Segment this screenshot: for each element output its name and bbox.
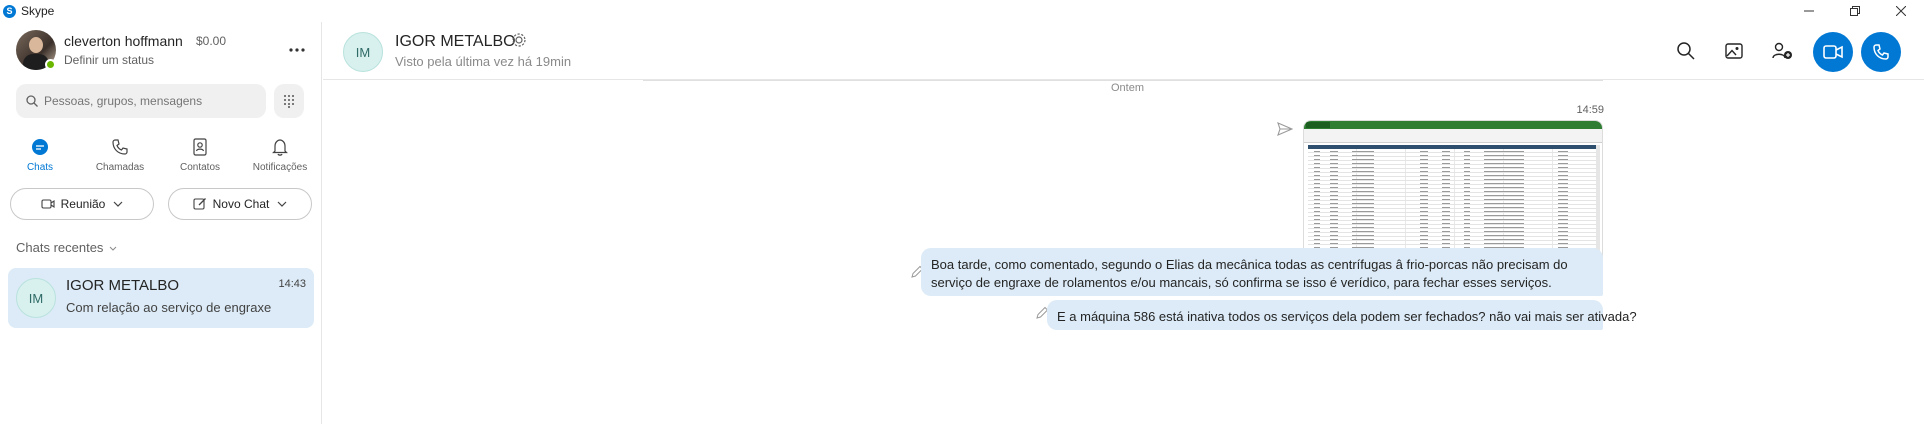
- meeting-label: Reunião: [60, 197, 106, 211]
- minimize-icon: [1804, 10, 1814, 12]
- contact-avatar: IM: [16, 278, 56, 318]
- meeting-button[interactable]: Reunião: [10, 188, 154, 220]
- audio-call-button[interactable]: [1861, 32, 1901, 72]
- gear-icon[interactable]: [511, 32, 527, 48]
- dialpad-icon: [284, 95, 294, 108]
- meet-now-icon: [41, 199, 55, 209]
- chat-list-item[interactable]: IM IGOR METALBO 14:43 Com relação ao ser…: [8, 268, 314, 328]
- spreadsheet-toolbar: [1304, 129, 1602, 143]
- chat-preview: Com relação ao serviço de engraxe: [66, 300, 272, 315]
- new-chat-label: Novo Chat: [212, 197, 270, 211]
- close-icon: [1896, 6, 1906, 16]
- more-dots-icon: [289, 48, 305, 52]
- gallery-icon: [1725, 43, 1743, 59]
- add-people-button[interactable]: [1765, 34, 1799, 68]
- new-chat-button[interactable]: Novo Chat: [168, 188, 312, 220]
- spreadsheet-grid: [1308, 145, 1598, 263]
- sidebar: cleverton hoffmann $0.00 Definir um stat…: [0, 22, 322, 424]
- chat-bubble-icon: [32, 139, 48, 155]
- chat-time: 14:43: [278, 278, 306, 290]
- compose-icon: [193, 198, 206, 210]
- chat-contact-name: IGOR METALBO: [66, 277, 180, 294]
- message-bubble[interactable]: Boa tarde, como comentado, segundo o Eli…: [921, 248, 1603, 296]
- video-call-button[interactable]: [1813, 32, 1853, 72]
- conversation-title[interactable]: IGOR METALBO: [395, 33, 516, 51]
- search-conversation-button[interactable]: [1669, 34, 1703, 68]
- dialpad-button[interactable]: [274, 84, 304, 118]
- search-input[interactable]: [44, 94, 244, 108]
- search-box[interactable]: [16, 84, 266, 118]
- skype-credit[interactable]: $0.00: [196, 34, 226, 48]
- restore-button[interactable]: [1832, 0, 1878, 22]
- window-titlebar: S Skype: [0, 0, 1924, 22]
- spreadsheet-titlebar: [1304, 121, 1602, 129]
- sent-status-icon: [1277, 122, 1293, 136]
- day-divider: Ontem: [643, 80, 1603, 94]
- bell-icon: [272, 139, 288, 156]
- more-options-button[interactable]: [282, 40, 312, 60]
- tab-notifications[interactable]: Notificações: [240, 136, 320, 186]
- tab-calls[interactable]: Chamadas: [80, 136, 160, 186]
- restore-icon: [1850, 6, 1860, 16]
- contacts-icon: [193, 138, 207, 156]
- contact-avatar[interactable]: IM: [343, 32, 383, 72]
- chevron-down-icon: [113, 201, 123, 207]
- phone-icon: [112, 139, 128, 155]
- message-time: 14:59: [1576, 104, 1604, 116]
- minimize-button[interactable]: [1786, 0, 1832, 22]
- last-seen-status: Visto pela última vez há 19min: [395, 54, 572, 69]
- add-person-icon: [1772, 42, 1792, 59]
- search-icon: [26, 95, 38, 107]
- spreadsheet-scrollbar: [1596, 145, 1600, 263]
- chevron-down-icon: [109, 246, 117, 251]
- gallery-button[interactable]: [1717, 34, 1751, 68]
- recent-chats-header[interactable]: Chats recentes: [16, 240, 117, 255]
- skype-logo-icon: S: [3, 4, 16, 18]
- presence-online-icon: [45, 59, 56, 70]
- close-button[interactable]: [1878, 0, 1924, 22]
- set-status-link[interactable]: Definir um status: [64, 53, 154, 67]
- window-title: Skype: [21, 4, 55, 18]
- chevron-down-icon: [277, 201, 287, 207]
- window-controls: [1786, 0, 1924, 22]
- main-nav: Chats Chamadas Contatos Notificações: [0, 136, 322, 186]
- tab-contacts[interactable]: Contatos: [160, 136, 240, 186]
- search-icon: [1677, 42, 1695, 60]
- conversation-pane: IM IGOR METALBO Visto pela última vez há…: [323, 22, 1924, 424]
- profile-name[interactable]: cleverton hoffmann: [64, 33, 183, 49]
- conversation-header: IM IGOR METALBO Visto pela última vez há…: [323, 22, 1924, 80]
- video-camera-icon: [1823, 45, 1843, 59]
- phone-icon: [1873, 44, 1889, 60]
- tab-chats[interactable]: Chats: [0, 136, 80, 186]
- profile-header: cleverton hoffmann $0.00 Definir um stat…: [16, 30, 316, 74]
- message-bubble[interactable]: E a máquina 586 está inativa todos os se…: [1047, 300, 1637, 330]
